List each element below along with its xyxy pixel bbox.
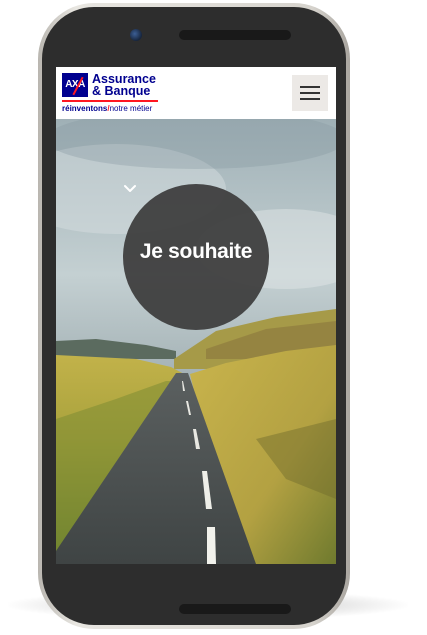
brand-name-line2: & Banque bbox=[92, 84, 151, 98]
brand-rule bbox=[62, 100, 158, 102]
chevron-down-icon bbox=[124, 185, 136, 192]
brand-tagline: réinventons/notre métier bbox=[62, 104, 152, 114]
hero-section: Je souhaite bbox=[56, 119, 336, 564]
bottom-speaker bbox=[179, 604, 291, 614]
phone-screen: AXA Assurance & Banque réinventons/notre… bbox=[56, 67, 336, 564]
front-camera bbox=[130, 29, 142, 41]
app-header: AXA Assurance & Banque réinventons/notre… bbox=[56, 67, 336, 119]
je-souhaite-button[interactable]: Je souhaite bbox=[123, 184, 269, 330]
menu-button[interactable] bbox=[292, 75, 328, 111]
menu-icon-bar bbox=[300, 92, 320, 94]
menu-icon-bar bbox=[300, 86, 320, 88]
menu-icon-bar bbox=[300, 98, 320, 100]
cta-label: Je souhaite bbox=[139, 240, 253, 263]
earpiece-speaker bbox=[179, 30, 291, 40]
axa-logo[interactable]: AXA Assurance & Banque réinventons/notre… bbox=[62, 73, 164, 115]
tagline-bold: réinventons bbox=[62, 104, 108, 113]
tagline-rest: notre métier bbox=[109, 104, 153, 113]
